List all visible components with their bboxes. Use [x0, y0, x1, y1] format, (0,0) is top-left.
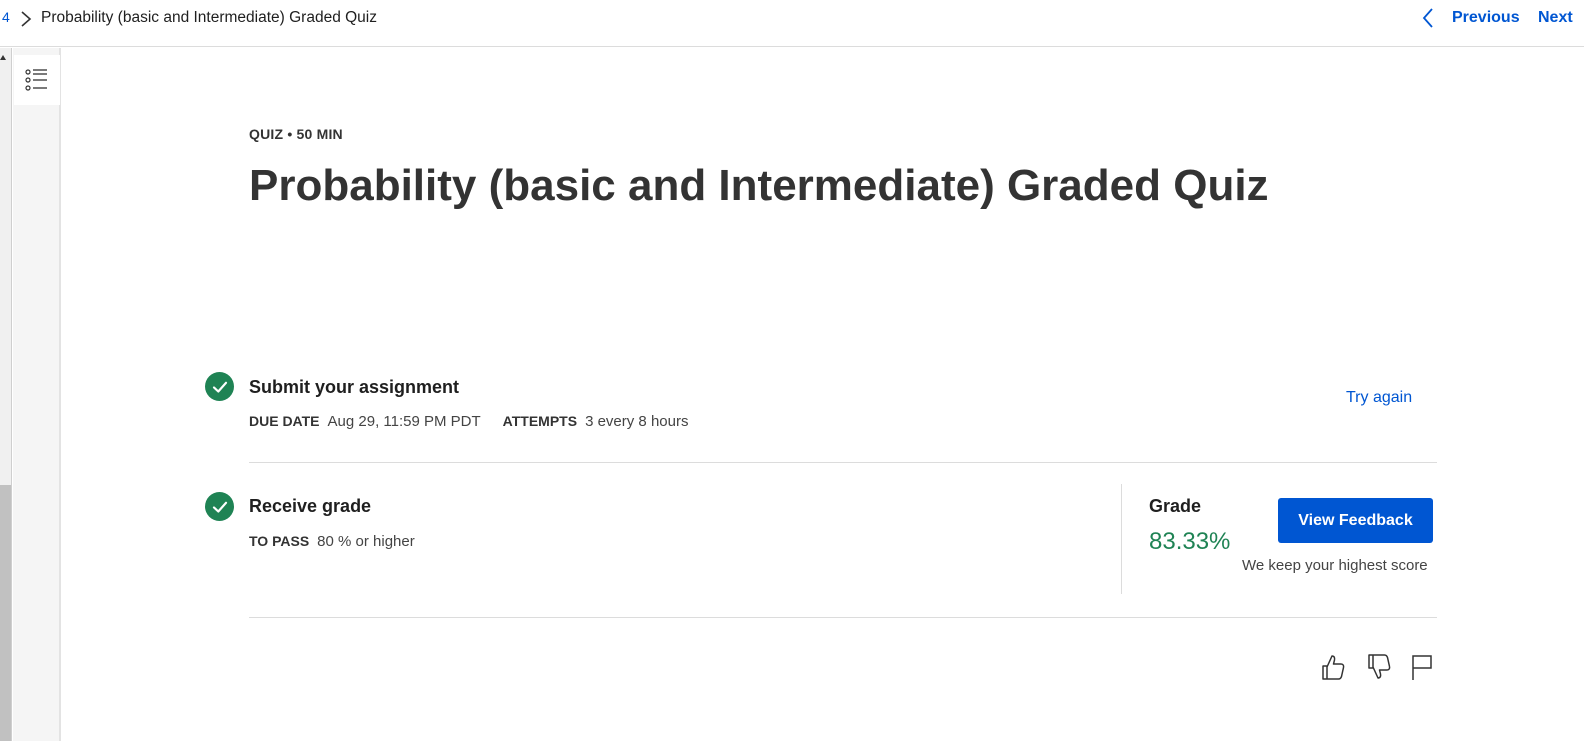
try-again-link[interactable]: Try again	[1346, 389, 1412, 407]
pass-meta: TO PASS 80 % or higher	[249, 533, 415, 550]
due-date-label: DUE DATE	[249, 413, 320, 429]
submit-step-title: Submit your assignment	[249, 377, 460, 397]
due-date-value: Aug 29, 11:59 PM PDT	[327, 413, 481, 430]
dislike-button[interactable]	[1365, 652, 1393, 682]
breadcrumb-current: Probability (basic and Intermediate) Gra…	[41, 9, 377, 26]
check-icon	[212, 501, 227, 513]
to-pass-label: TO PASS	[249, 533, 310, 549]
receive-grade-title: Receive grade	[249, 496, 372, 516]
chevron-right-icon	[21, 11, 32, 27]
section-divider	[249, 617, 1437, 618]
side-panel	[13, 48, 61, 741]
chevron-left-icon	[1422, 8, 1433, 28]
grade-divider	[1121, 484, 1122, 594]
scroll-up-arrow-icon[interactable]	[0, 55, 6, 60]
thumbs-up-icon	[1322, 655, 1345, 680]
previous-label: Previous	[1452, 9, 1520, 26]
check-icon	[212, 381, 227, 393]
list-icon	[25, 69, 47, 91]
submit-complete-badge	[205, 372, 234, 401]
like-button[interactable]	[1319, 652, 1347, 682]
top-bar: 4 Probability (basic and Intermediate) G…	[0, 0, 1584, 47]
grade-label: Grade	[1149, 496, 1202, 516]
previous-button[interactable]: Previous	[1420, 6, 1520, 30]
grade-value: 83.33%	[1149, 528, 1231, 555]
view-feedback-button[interactable]: View Feedback	[1278, 498, 1433, 543]
flag-icon	[1412, 655, 1432, 680]
page-title: Probability (basic and Intermediate) Gra…	[249, 161, 1269, 210]
thumbs-down-icon	[1368, 654, 1391, 679]
highest-score-note: We keep your highest score	[1242, 557, 1428, 574]
grade-complete-badge	[205, 492, 234, 521]
submit-meta: DUE DATE Aug 29, 11:59 PM PDT ATTEMPTS 3…	[249, 413, 688, 430]
attempts-label: ATTEMPTS	[502, 413, 578, 429]
next-button[interactable]: Next	[1538, 9, 1573, 27]
scrollbar-thumb[interactable]	[0, 485, 11, 741]
quiz-eyebrow: QUIZ • 50 MIN	[249, 126, 343, 142]
breadcrumb-step-link[interactable]: 4	[2, 9, 10, 25]
section-divider	[249, 462, 1437, 463]
attempts-value: 3 every 8 hours	[585, 413, 689, 430]
course-outline-button[interactable]	[14, 55, 60, 105]
to-pass-value: 80 % or higher	[317, 533, 415, 550]
report-button[interactable]	[1408, 652, 1436, 682]
